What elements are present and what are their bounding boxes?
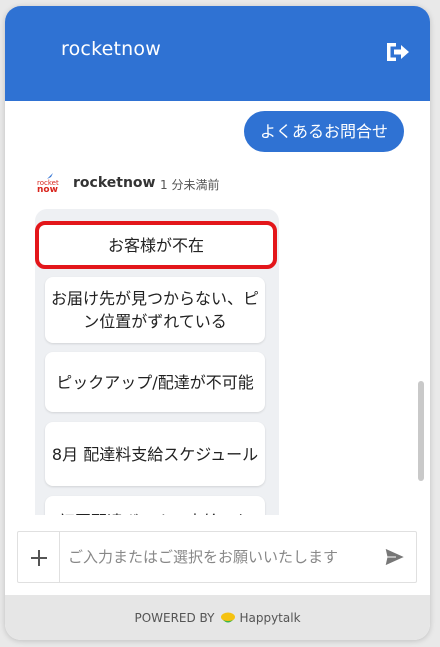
quick-reply-card: お客様が不在 お届け先が見つからない、ピン位置がずれている ピックアップ/配達が… (35, 209, 279, 515)
option-customer-absent[interactable]: お客様が不在 (35, 221, 277, 269)
header-title: rocketnow (61, 38, 161, 60)
message-input-bar (17, 531, 417, 583)
bot-name: rocketnow (73, 175, 156, 191)
powered-by-text: POWERED BY (134, 610, 215, 625)
exit-icon (387, 43, 409, 61)
bot-message-header: rocket now rocketnow 1 分未満前 (35, 173, 295, 197)
option-first-delivery-bonus[interactable]: 初回配達ボーナス支給スケ (45, 496, 265, 515)
happytalk-brand: Happytalk (239, 610, 301, 625)
bot-avatar: rocket now (35, 173, 59, 197)
user-message-bubble[interactable]: よくあるお問合せ (243, 111, 404, 152)
chat-scrollbar[interactable] (418, 381, 424, 481)
option-august-delivery-fee-schedule[interactable]: 8月 配達料支給スケジュール (45, 422, 265, 486)
message-input[interactable] (68, 532, 373, 582)
option-address-not-found[interactable]: お届け先が見つからない、ピン位置がずれている (45, 277, 265, 343)
plus-icon (30, 550, 47, 566)
happytalk-logo[interactable]: Happytalk (220, 610, 301, 625)
chat-widget: rocketnow よくあるお問合せ rocket now rocketnow … (5, 6, 430, 640)
send-icon (384, 547, 407, 567)
message-timestamp: 1 分未満前 (160, 178, 220, 192)
powered-by-footer: POWERED BY Happytalk (5, 595, 430, 640)
chat-header: rocketnow (5, 6, 430, 101)
option-pickup-impossible[interactable]: ピックアップ/配達が不可能 (45, 352, 265, 412)
avatar-text-bottom: now (37, 185, 58, 195)
send-button[interactable] (384, 547, 407, 567)
add-attachment-button[interactable] (18, 532, 60, 582)
exit-button[interactable] (384, 40, 412, 64)
chat-messages[interactable]: よくあるお問合せ rocket now rocketnow 1 分未満前 お客様… (5, 101, 430, 515)
happytalk-logo-icon (221, 612, 236, 622)
